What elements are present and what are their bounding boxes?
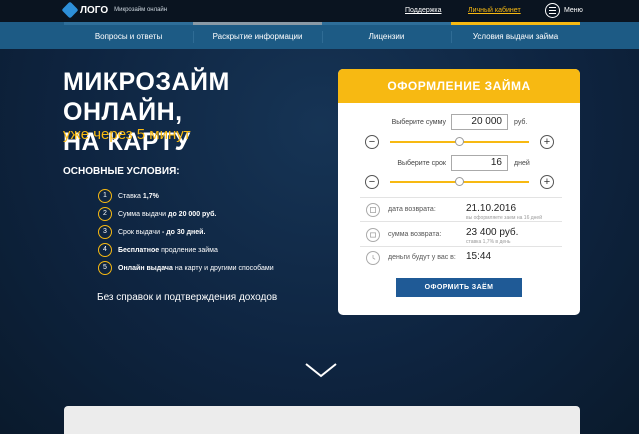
cabinet-link[interactable]: Личный кабинет — [468, 7, 521, 14]
return-sum-label: сумма возврата: — [388, 231, 442, 238]
condition-number: 4 — [98, 243, 112, 257]
nav-item-loan-terms[interactable]: Условия выдачи займа — [451, 25, 580, 49]
top-bar: ЛОГО Микрозайм онлайн Поддержка Личный к… — [0, 0, 639, 22]
return-sum-value: 23 400 руб. — [466, 227, 519, 238]
return-date-value: 21.10.2016 — [466, 203, 517, 214]
loan-form-title: ОФОРМЛЕНИЕ ЗАЙМА — [338, 69, 580, 103]
divider — [360, 221, 562, 222]
amount-slider-thumb[interactable] — [455, 137, 464, 146]
return-date-label: дата возврата: — [388, 206, 436, 213]
term-input[interactable]: 16 — [451, 155, 508, 171]
amount-input[interactable]: 20 000 — [451, 114, 508, 130]
conditions-title: ОСНОВНЫЕ УСЛОВИЯ: — [63, 166, 180, 177]
condition-number: 5 — [98, 261, 112, 275]
condition-number: 2 — [98, 207, 112, 221]
condition-number: 3 — [98, 225, 112, 239]
hero-subtitle: уже через 5 минут — [63, 126, 191, 143]
wallet-icon — [366, 228, 380, 242]
menu-button[interactable]: Меню — [545, 3, 583, 18]
divider — [360, 197, 562, 198]
content-card — [64, 406, 580, 434]
term-label: Выберите срок — [397, 159, 446, 167]
condition-item: 1 Ставка 1,7% — [98, 187, 274, 205]
term-slider[interactable]: − + — [365, 175, 554, 189]
logo-icon — [61, 1, 79, 19]
conditions-list: 1 Ставка 1,7% 2 Сумма выдачи до 20 000 р… — [98, 187, 274, 277]
hero-title: МИКРОЗАЙМ ОНЛАЙН, НА КАРТУ — [63, 67, 333, 157]
hamburger-icon — [545, 3, 560, 18]
hero-title-line1: МИКРОЗАЙМ ОНЛАЙН, — [63, 68, 230, 126]
logo-subtitle: Микрозайм онлайн — [114, 7, 168, 13]
condition-number: 1 — [98, 189, 112, 203]
amount-slider[interactable]: − + — [365, 135, 554, 149]
divider — [360, 246, 562, 247]
nav-item-disclosure[interactable]: Раскрытие информации — [193, 25, 322, 49]
term-plus-button[interactable]: + — [540, 175, 554, 189]
support-link[interactable]: Поддержка — [405, 7, 442, 14]
condition-item: 3 Срок выдачи - до 30 дней. — [98, 223, 274, 241]
logo-text: ЛОГО — [80, 4, 109, 16]
amount-label: Выберите сумму — [391, 118, 446, 126]
chevron-down-icon[interactable] — [305, 362, 337, 378]
main-nav: Вопросы и ответы Раскрытие информации Ли… — [0, 25, 639, 49]
menu-label: Меню — [564, 7, 583, 14]
return-sum-note: ставка 1,7% в день — [466, 239, 511, 245]
term-minus-button[interactable]: − — [365, 175, 379, 189]
logo[interactable]: ЛОГО Микрозайм онлайн — [61, 1, 168, 19]
submit-loan-button[interactable]: ОФОРМИТЬ ЗАЁМ — [396, 278, 522, 297]
term-row: Выберите срок 16 дней — [378, 155, 530, 171]
clock-icon — [366, 251, 380, 265]
condition-item: 2 Сумма выдачи до 20 000 руб. — [98, 205, 274, 223]
term-unit: дней — [514, 159, 530, 167]
term-slider-thumb[interactable] — [455, 177, 464, 186]
calendar-icon — [366, 203, 380, 217]
nav-item-licenses[interactable]: Лицензии — [322, 25, 451, 49]
money-time-label: деньги будут у вас в: — [388, 254, 456, 261]
amount-minus-button[interactable]: − — [365, 135, 379, 149]
no-documents-text: Без справок и подтверждения доходов — [97, 292, 278, 303]
amount-unit: руб. — [514, 118, 528, 126]
money-time-value: 15:44 — [466, 251, 492, 262]
nav-item-faq[interactable]: Вопросы и ответы — [64, 25, 193, 49]
condition-item: 4 Бесплатное продление займа — [98, 241, 274, 259]
amount-row: Выберите сумму 20 000 руб. — [378, 114, 527, 130]
condition-item: 5 Онлайн выдача на карту и другими спосо… — [98, 259, 274, 277]
amount-plus-button[interactable]: + — [540, 135, 554, 149]
loan-form-card: ОФОРМЛЕНИЕ ЗАЙМА Выберите сумму 20 000 р… — [338, 69, 580, 315]
